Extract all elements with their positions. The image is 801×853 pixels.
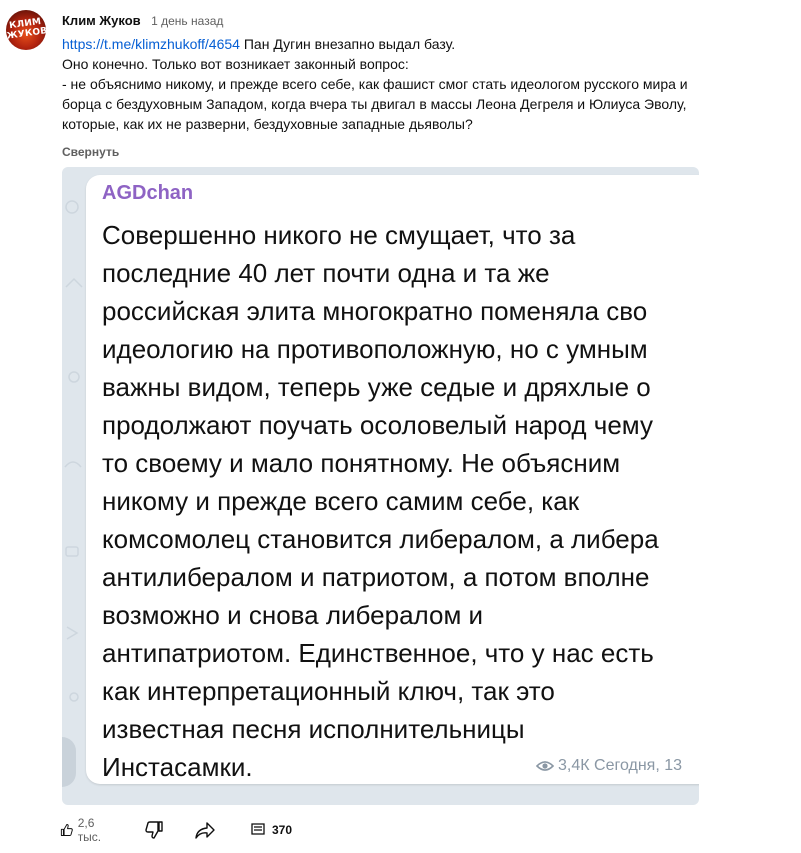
telegram-post-bubble: AGDchan Совершенно никого не смущает, чт… bbox=[86, 175, 699, 784]
channel-name: AGDchan bbox=[102, 182, 194, 204]
post-line: как интерпретационный ключ, так это bbox=[102, 676, 555, 706]
comment-line: которые, как их не разверни, бездуховные… bbox=[62, 116, 473, 132]
comment-text: https://t.me/klimzhukoff/4654 Пан Дугин … bbox=[62, 34, 797, 134]
collapse-button[interactable]: Свернуть bbox=[62, 145, 119, 159]
post-line: антилибералом и патриотом, а потом вполн… bbox=[102, 562, 650, 592]
comment-line-text: Пан Дугин внезапно выдал базу. bbox=[239, 36, 456, 52]
post-line: возможно и снова либералом и bbox=[102, 600, 484, 630]
comment-line: - не объяснимо никому, и прежде всего се… bbox=[62, 76, 688, 92]
dislike-button[interactable] bbox=[144, 818, 164, 842]
post-line: последние 40 лет почти одна и та же bbox=[102, 258, 550, 288]
sender-avatar-stub bbox=[62, 737, 76, 787]
like-button[interactable]: 2,6 тыс. bbox=[60, 816, 107, 844]
share-button[interactable] bbox=[194, 818, 216, 842]
comment-line: борца с бездуховным Западом, когда вчера… bbox=[62, 96, 687, 112]
post-line: Совершенно никого не смущает, что за bbox=[102, 220, 576, 250]
post-date: Сегодня, 13 bbox=[594, 757, 683, 774]
replies-button[interactable]: 370 bbox=[250, 818, 292, 842]
thumbs-up-icon bbox=[60, 824, 73, 836]
comment-line: Оно конечно. Только вот возникает законн… bbox=[62, 56, 409, 72]
thumbs-down-icon bbox=[145, 821, 163, 839]
avatar[interactable]: КЛИМ ЖУКОВ bbox=[6, 10, 46, 50]
post-line: то своему и мало понятному. Не объясним bbox=[102, 448, 621, 478]
comment-time[interactable]: 1 день назад bbox=[151, 14, 223, 28]
post-line: антипатриотом. Единственное, что у нас е… bbox=[102, 638, 654, 668]
share-icon bbox=[195, 822, 215, 839]
eye-icon bbox=[536, 761, 554, 771]
reply-count: 370 bbox=[272, 823, 293, 837]
post-line: Инстасамки. bbox=[102, 752, 253, 782]
comment-line: https://t.me/klimzhukoff/4654 Пан Дугин … bbox=[62, 34, 797, 54]
comments-icon bbox=[251, 823, 265, 835]
post-line: комсомолец становится либералом, а либер… bbox=[102, 524, 659, 554]
post-meta: 3,4К Сегодня, 13 bbox=[536, 757, 682, 775]
post-line: никому и прежде всего самим себе, как bbox=[102, 486, 580, 516]
post-line: продолжают поучать осоловелый народ чему bbox=[102, 410, 653, 440]
author-name[interactable]: Клим Жуков bbox=[62, 13, 141, 28]
comment-header: Клим Жуков 1 день назад bbox=[62, 12, 223, 30]
avatar-logo-text: КЛИМ ЖУКОВ bbox=[6, 16, 46, 42]
post-line: идеологию на противоположную, но с умным bbox=[102, 334, 648, 364]
post-line: известная песня исполнительницы bbox=[102, 714, 525, 744]
view-count: 3,4К bbox=[558, 757, 590, 774]
attached-image[interactable]: AGDchan Совершенно никого не смущает, чт… bbox=[62, 167, 699, 805]
post-line: российская элита многократно поменяла св… bbox=[102, 296, 648, 326]
like-count: 2,6 тыс. bbox=[77, 816, 102, 844]
telegram-link[interactable]: https://t.me/klimzhukoff/4654 bbox=[62, 36, 240, 52]
post-line: важны видом, теперь уже седые и дряхлые … bbox=[102, 372, 651, 402]
